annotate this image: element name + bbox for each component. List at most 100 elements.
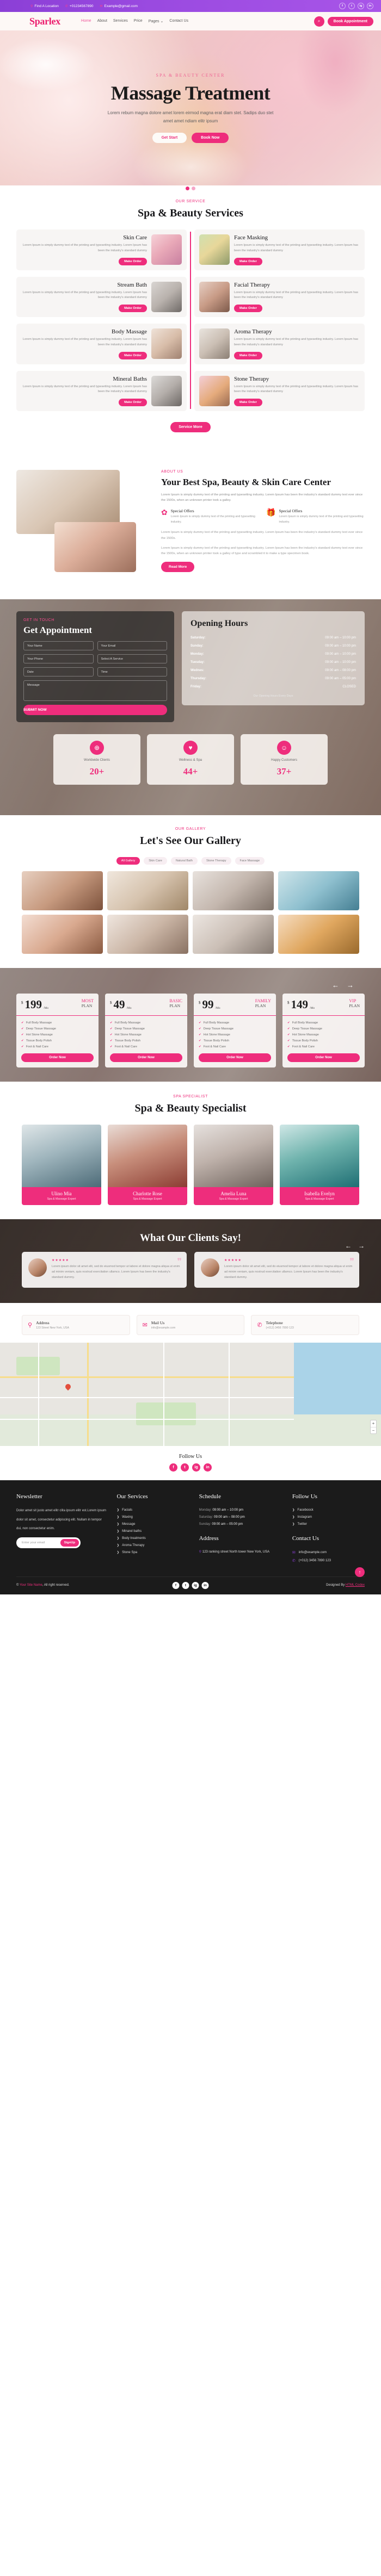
gallery-tab-natural-bath[interactable]: Natural Bath — [170, 856, 198, 865]
carousel-dot[interactable] — [192, 187, 195, 190]
order-now-button[interactable]: Order Now — [110, 1053, 182, 1062]
gallery-tab-face-massage[interactable]: Face Massage — [235, 856, 265, 865]
twitter-icon[interactable]: t — [181, 1463, 189, 1472]
service-card-mineral-baths[interactable]: Mineral Baths Lorem Ipsum is simply dumm… — [16, 370, 187, 412]
submit-button[interactable]: SUBMIT NOW — [23, 704, 167, 715]
email-input[interactable]: Your Email — [97, 641, 167, 650]
topbar-location[interactable]: ⚲ Find A Location — [30, 4, 59, 8]
time-input[interactable]: Time — [97, 667, 167, 676]
map-marker-icon[interactable] — [64, 1383, 72, 1391]
specialist-card[interactable]: Charlotte Rose Spa & Massage Expert — [108, 1124, 187, 1205]
map-zoom-controls[interactable]: + − — [370, 1420, 377, 1435]
twitter-icon[interactable]: t — [182, 1581, 189, 1589]
footer-service-link[interactable]: ❯ Waxing — [116, 1513, 189, 1520]
gallery-item[interactable] — [22, 914, 103, 954]
make-order-button[interactable]: Make Order — [234, 351, 262, 359]
gallery-item[interactable] — [193, 871, 274, 910]
gallery-item[interactable] — [193, 914, 274, 954]
footer-service-link[interactable]: ❯ Body treatments — [116, 1535, 189, 1542]
gallery-item[interactable] — [278, 914, 359, 954]
date-input[interactable]: Date — [23, 667, 94, 676]
linkedin-icon[interactable]: in — [367, 3, 373, 9]
service-more-button[interactable]: Service More — [170, 422, 211, 433]
order-now-button[interactable]: Order Now — [21, 1053, 94, 1062]
facebook-icon[interactable]: f — [169, 1463, 177, 1472]
newsletter-signup-button[interactable]: SignUp — [60, 1539, 79, 1547]
make-order-button[interactable]: Make Order — [234, 399, 262, 407]
specialist-card[interactable]: Amelia Luna Spa & Massage Expert — [194, 1124, 273, 1205]
footer-service-link[interactable]: ❯ Minarel baths — [116, 1528, 189, 1535]
gallery-item[interactable] — [107, 871, 188, 910]
footer-service-link[interactable]: ❯ Stone Spa — [116, 1549, 189, 1556]
nav-item-pages[interactable]: Pages ⌄ — [149, 19, 164, 23]
service-card-facial-therapy[interactable]: Facial Therapy Lorem Ipsum is simply dum… — [194, 276, 365, 318]
service-card-stone-therapy[interactable]: Stone Therapy Lorem Ipsum is simply dumm… — [194, 370, 365, 412]
designer-link[interactable]: HTML Codex — [346, 1584, 365, 1587]
gallery-tab-skin-care[interactable]: Skin Care — [144, 856, 167, 865]
topbar-phone[interactable]: ✆ +01234567890 — [65, 4, 94, 8]
instagram-icon[interactable]: ig — [192, 1463, 200, 1472]
footer-service-link[interactable]: ❯ Aroma Therapy — [116, 1542, 189, 1549]
nav-item-contact[interactable]: Contact Us — [169, 19, 188, 23]
service-card-skin-care[interactable]: Skin Care Lorem Ipsum is simply dummy te… — [16, 229, 187, 270]
make-order-button[interactable]: Make Order — [119, 257, 147, 265]
service-select[interactable]: Select A Service — [97, 654, 167, 663]
carousel-dot-active[interactable] — [186, 187, 189, 190]
book-now-button[interactable]: Book Now — [192, 132, 229, 143]
footer-contact-email[interactable]: ✉ info@example.com — [292, 1548, 365, 1556]
footer-service-link[interactable]: ❯ Message — [116, 1520, 189, 1528]
phone-input[interactable]: Your Phone — [23, 654, 94, 663]
map-zoom-in-button[interactable]: + — [371, 1420, 376, 1427]
facebook-icon[interactable]: f — [339, 3, 346, 9]
footer-service-link[interactable]: ❯ Facials — [116, 1506, 189, 1513]
gallery-item[interactable] — [107, 914, 188, 954]
gallery-item[interactable] — [22, 871, 103, 910]
footer-follow-link[interactable]: ❯ Instagram — [292, 1513, 365, 1520]
facebook-icon[interactable]: f — [172, 1581, 180, 1589]
site-name[interactable]: Your Site Name — [20, 1584, 42, 1587]
service-card-stream-bath[interactable]: Stream Bath Lorem Ipsum is simply dummy … — [16, 276, 187, 318]
twitter-icon[interactable]: t — [348, 3, 355, 9]
search-icon[interactable]: ⌕ — [314, 16, 324, 27]
gallery-item[interactable] — [278, 871, 359, 910]
nav-item-home[interactable]: Home — [81, 19, 91, 23]
make-order-button[interactable]: Make Order — [119, 399, 147, 407]
footer-contact-phone[interactable]: ✆ (+012) 3456 7890 123 — [292, 1556, 365, 1565]
hero-carousel-dots[interactable] — [186, 187, 195, 190]
message-textarea[interactable]: Message — [23, 680, 167, 701]
book-appointment-button[interactable]: Book Appointment — [327, 16, 373, 26]
gallery-tab-stone-therapy[interactable]: Stone Therapy — [201, 856, 231, 865]
make-order-button[interactable]: Make Order — [234, 257, 262, 265]
service-card-body-massage[interactable]: Body Massage Lorem Ipsum is simply dummy… — [16, 324, 187, 364]
topbar-email[interactable]: ✉ Example@gmail.com — [100, 4, 138, 8]
gallery-tab-all[interactable]: All Gallery — [116, 856, 140, 865]
order-now-button[interactable]: Order Now — [199, 1053, 271, 1062]
arrow-right-icon[interactable]: → — [347, 981, 354, 989]
footer-follow-link[interactable]: ❯ Faceboock — [292, 1506, 365, 1513]
arrow-right-icon[interactable]: → — [358, 1242, 365, 1250]
site-logo[interactable]: Sparlex — [29, 16, 60, 27]
get-start-button[interactable]: Get Start — [152, 132, 187, 143]
linkedin-icon[interactable]: in — [204, 1463, 212, 1472]
nav-item-price[interactable]: Price — [134, 19, 143, 23]
order-now-button[interactable]: Order Now — [287, 1053, 360, 1062]
footer-follow-link[interactable]: ❯ Twitter — [292, 1520, 365, 1528]
make-order-button[interactable]: Make Order — [119, 351, 147, 359]
arrow-left-icon[interactable]: ← — [345, 1242, 352, 1250]
nav-item-about[interactable]: About — [97, 19, 107, 23]
map-zoom-out-button[interactable]: − — [371, 1427, 376, 1433]
specialist-card[interactable]: Ulino Mia Spa & Massage Expert — [22, 1124, 101, 1205]
read-more-button[interactable]: Read More — [161, 562, 195, 573]
location-map[interactable]: + − — [0, 1343, 381, 1447]
arrow-left-icon[interactable]: ← — [332, 981, 339, 989]
make-order-button[interactable]: Make Order — [119, 305, 147, 313]
newsletter-email-input[interactable]: Enter your email — [18, 1541, 60, 1544]
service-card-face-masking[interactable]: Face Masking Lorem Ipsum is simply dummy… — [194, 229, 365, 270]
instagram-icon[interactable]: ig — [192, 1581, 199, 1589]
name-input[interactable]: Your Name — [23, 641, 94, 650]
instagram-icon[interactable]: ig — [358, 3, 364, 9]
nav-item-services[interactable]: Services — [113, 19, 128, 23]
linkedin-icon[interactable]: in — [201, 1581, 209, 1589]
specialist-card[interactable]: Isabella Evelyn Spa & Massage Expert — [280, 1124, 359, 1205]
service-card-aroma-therapy[interactable]: Aroma Therapy Lorem Ipsum is simply dumm… — [194, 324, 365, 364]
